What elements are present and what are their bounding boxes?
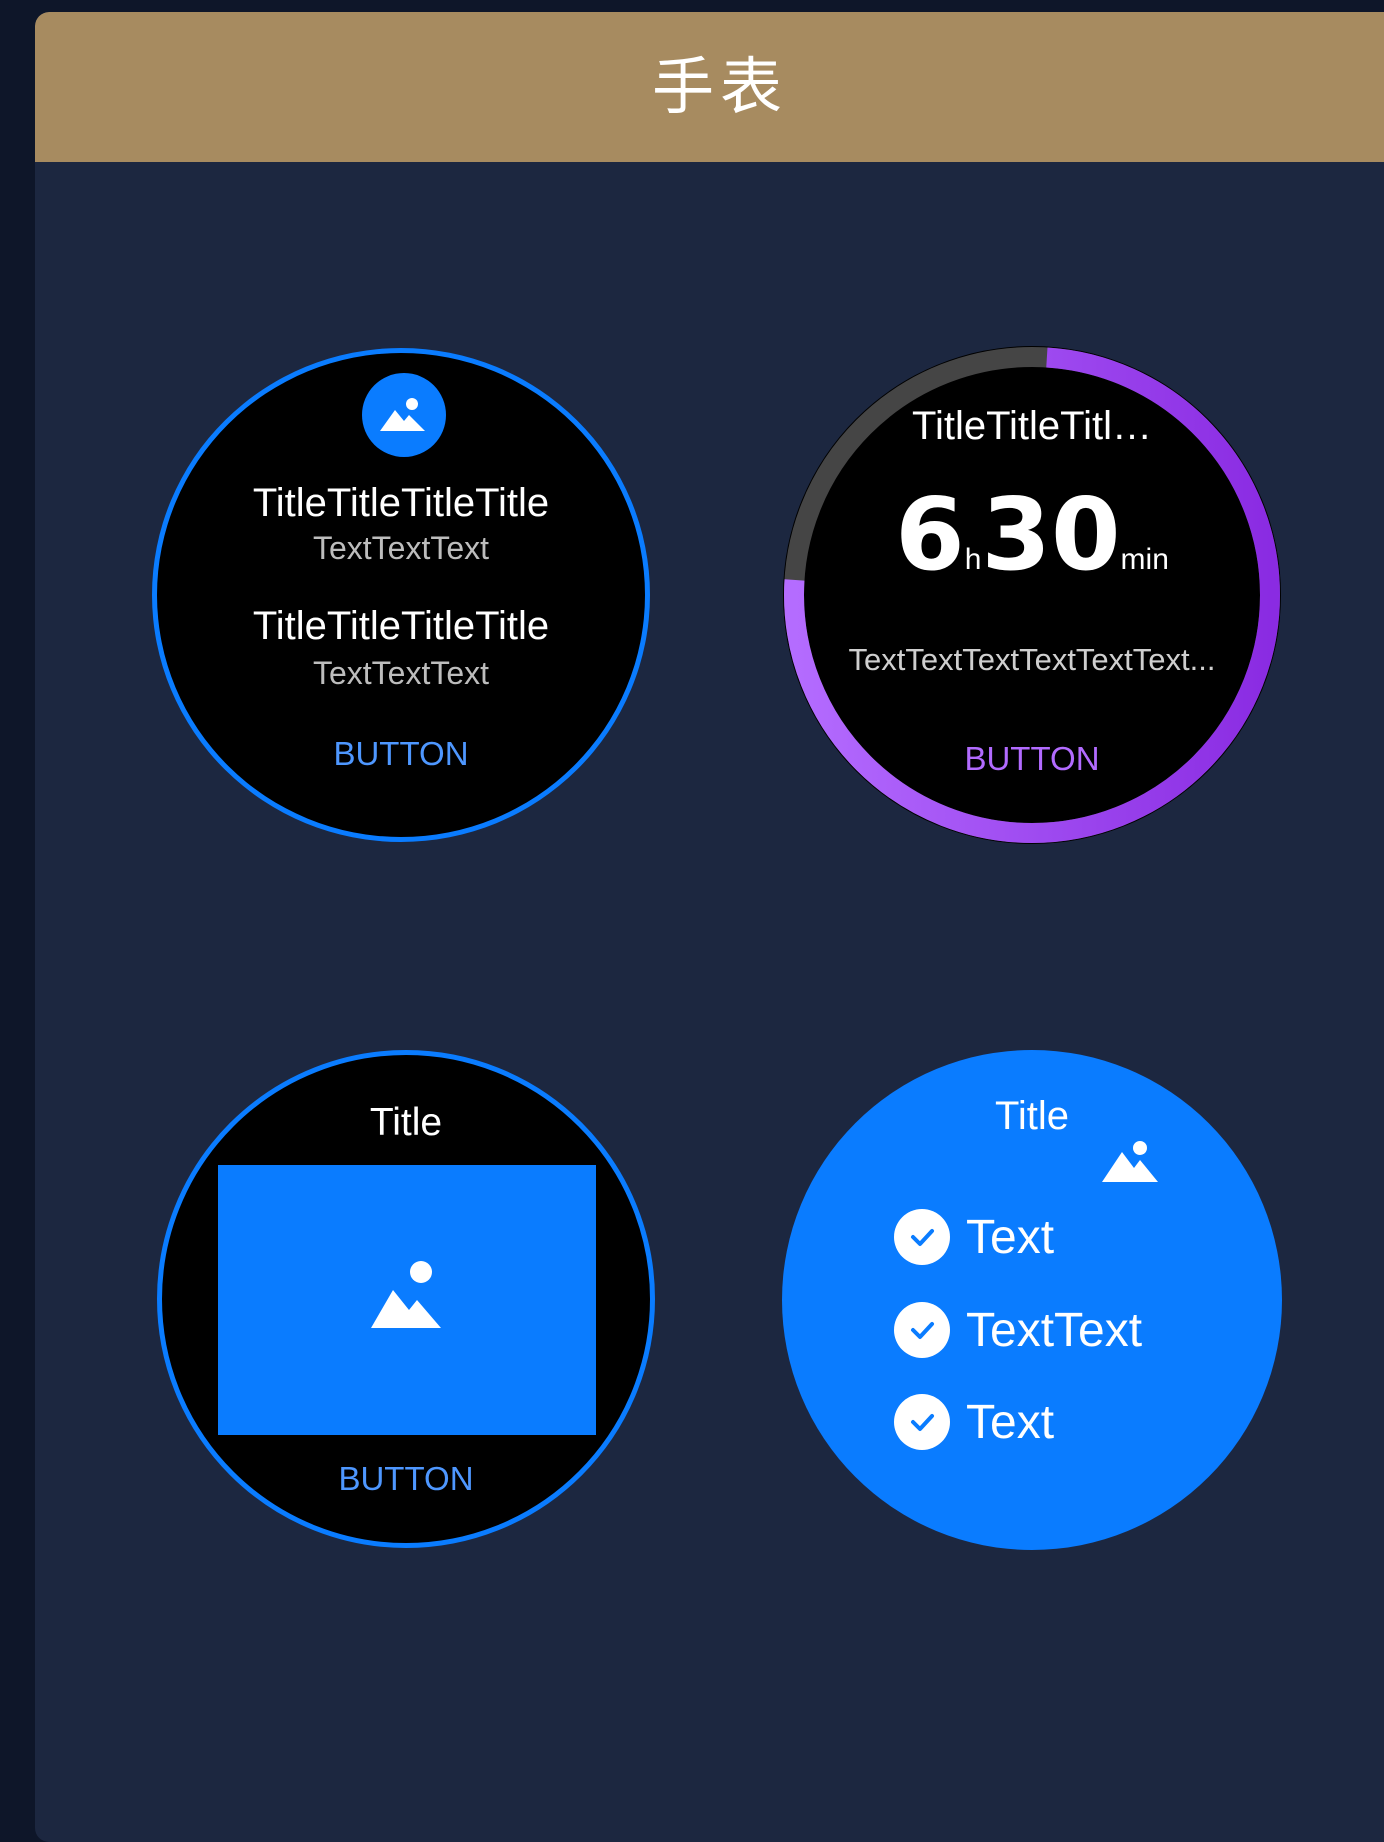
list-item-label: Text xyxy=(966,1210,1055,1264)
image-icon xyxy=(371,1261,441,1328)
image-placeholder xyxy=(218,1165,596,1435)
hours-value: 6 xyxy=(895,476,965,593)
list-title-2: TitleTitleTitleTitle xyxy=(252,604,550,648)
list-item-label: TextText xyxy=(966,1303,1143,1357)
watch-card-progress[interactable]: TitleTitleTitl… 6h30min TextTextTextText… xyxy=(783,346,1281,844)
watch3-button[interactable]: BUTTON xyxy=(162,1460,650,1498)
watch-card-image[interactable]: Title BUTTON xyxy=(157,1050,655,1548)
time-readout: 6h30min xyxy=(783,476,1281,593)
check-circle-icon xyxy=(894,1209,950,1265)
check-circle-icon xyxy=(894,1302,950,1358)
watch1-button[interactable]: BUTTON xyxy=(157,735,645,773)
panel-header: 手表 xyxy=(35,12,1384,162)
progress-title: TitleTitleTitl… xyxy=(912,404,1152,448)
list-item[interactable]: Text xyxy=(894,1392,1054,1452)
check-circle-icon xyxy=(894,1394,950,1450)
image-icon xyxy=(1102,1141,1158,1182)
list-item[interactable]: TextText xyxy=(894,1300,1142,1360)
image-icon xyxy=(380,398,425,431)
list-text-1: TextTextText xyxy=(312,530,490,566)
list-text-2: TextTextText xyxy=(312,655,490,691)
list-title-1: TitleTitleTitleTitle xyxy=(252,481,550,525)
image-icon-badge xyxy=(362,373,446,457)
watch-panel: 手表 xyxy=(35,12,1384,1842)
image-card-title: Title xyxy=(369,1101,443,1144)
watch-card-checklist[interactable]: Title Text TextText Text xyxy=(782,1050,1282,1550)
list-item-label: Text xyxy=(966,1395,1055,1449)
list-item[interactable]: Text xyxy=(894,1207,1054,1267)
minutes-unit: min xyxy=(1120,543,1169,576)
watch-card-list[interactable]: TitleTitleTitleTitle TextTextText TitleT… xyxy=(152,348,650,842)
progress-text: TextTextTextTextTextText... xyxy=(848,642,1216,677)
hours-unit: h xyxy=(964,543,982,576)
checklist-title: Title xyxy=(994,1094,1070,1138)
minutes-value: 30 xyxy=(981,476,1121,593)
watch2-button[interactable]: BUTTON xyxy=(783,740,1281,778)
page-title: 手表 xyxy=(651,50,788,123)
